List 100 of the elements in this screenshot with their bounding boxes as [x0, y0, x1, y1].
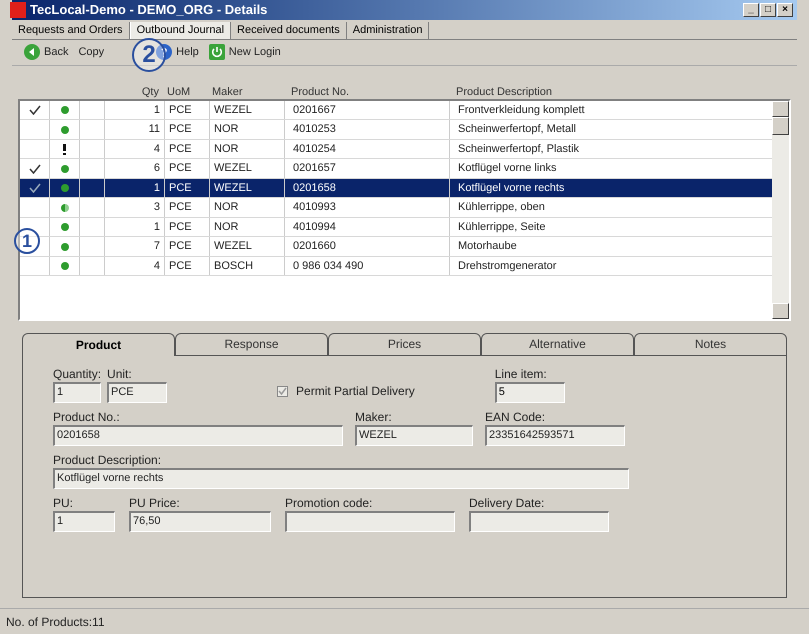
- checkbox[interactable]: [277, 386, 288, 397]
- table-row[interactable]: 4 PCE NOR 4010254 Scheinwerfertopf, Plastik: [20, 140, 772, 160]
- field-label: EAN Code:: [485, 409, 546, 426]
- window-control-button[interactable]: _: [743, 2, 759, 17]
- tab[interactable]: Prices: [328, 332, 481, 356]
- annotation-marker: 2: [132, 38, 166, 72]
- table-cell-text: Scheinwerfertopf, Metall: [457, 122, 577, 138]
- table-row[interactable]: 11 PCE NOR 4010253 Scheinwerfertopf, Metall: [20, 120, 772, 140]
- tab[interactable]: Notes: [634, 332, 787, 356]
- table-cell: 4: [105, 140, 165, 158]
- text-field[interactable]: Kotflügel vorne rechts: [53, 468, 629, 490]
- table-cell: PCE: [165, 198, 210, 217]
- help-icon: [156, 44, 172, 60]
- field-label: Line item:: [494, 366, 547, 382]
- table-cell-text: Kotflügel vorne rechts: [457, 180, 566, 196]
- checkbox-label: Permit Partial Delivery: [296, 383, 415, 400]
- field-label: Maker:: [355, 409, 393, 426]
- table-cell: 0 986 034 490: [285, 256, 450, 276]
- table-cell: NOR: [210, 140, 285, 158]
- table-cell: WEZEL: [210, 100, 285, 120]
- table-cell-text: Frontverkleidung komplett: [457, 102, 586, 118]
- table-cell-text: Kühlerrippe, Seite: [457, 220, 546, 235]
- table-cell: PCE: [165, 140, 210, 158]
- table-cell: NOR: [210, 218, 285, 236]
- table-row[interactable]: 3 PCE NOR 4010993 Kühlerrippe, oben: [20, 198, 772, 218]
- text-field[interactable]: [285, 511, 455, 532]
- field-label: PU Price:: [129, 495, 181, 512]
- column-header[interactable]: Product No.: [283, 84, 448, 99]
- table-cell: 1: [105, 218, 165, 236]
- table-cell: PCE: [165, 100, 210, 120]
- table-cell: 6: [105, 159, 165, 178]
- table-cell: WEZEL: [210, 159, 285, 178]
- text-field[interactable]: 1: [53, 382, 101, 404]
- table-cell: NOR: [210, 198, 285, 217]
- text-field[interactable]: PCE: [107, 382, 168, 404]
- table-cell-text: Scheinwerfertopf, Plastik: [457, 142, 580, 157]
- table-cell-text: Kotflügel vorne links: [457, 161, 558, 176]
- text-field[interactable]: WEZEL: [355, 425, 473, 446]
- field-label: Quantity:: [53, 366, 102, 382]
- table-cell: 7: [105, 237, 165, 256]
- column-header[interactable]: Qty: [103, 84, 163, 99]
- table-cell: PCE: [165, 218, 210, 236]
- field-label: PU:: [53, 495, 74, 512]
- table-cell: 0201657: [285, 159, 450, 178]
- field-label: Product Description:: [53, 452, 162, 468]
- window-control-button[interactable]: ×: [777, 2, 793, 17]
- window-control-button[interactable]: □: [760, 2, 776, 17]
- app-logo-icon: [10, 2, 26, 18]
- text-field[interactable]: 76,50: [129, 511, 271, 532]
- tab[interactable]: Product: [22, 332, 175, 356]
- table-cell: 4010253: [285, 120, 450, 139]
- toolbar-button[interactable]: Copy: [78, 44, 104, 61]
- power-icon: [208, 44, 225, 60]
- table-row[interactable]: 1 PCE WEZEL 0201658 Kotflügel vorne rechts: [20, 178, 772, 198]
- tab[interactable]: Alternative: [481, 332, 634, 356]
- table-cell: NOR: [210, 120, 285, 139]
- table-cell: PCE: [165, 178, 210, 198]
- table-cell: 4010993: [285, 198, 450, 217]
- table-cell: PCE: [165, 256, 210, 276]
- table-cell: 0201667: [285, 100, 450, 120]
- table-cell: BOSCH: [210, 256, 285, 276]
- annotation-marker: 1: [14, 228, 40, 254]
- table-cell: 11: [105, 120, 165, 139]
- table-cell: 1: [105, 178, 165, 198]
- text-field[interactable]: 0201658: [53, 425, 343, 446]
- text-field[interactable]: 1: [53, 511, 115, 532]
- table-cell: 3: [105, 198, 165, 217]
- column-header[interactable]: UoM: [163, 84, 208, 99]
- table-cell-text: Drehstromgenerator: [457, 258, 558, 274]
- tab[interactable]: Response: [175, 332, 328, 356]
- table-cell: WEZEL: [210, 237, 285, 256]
- table-cell: 4010254: [285, 140, 450, 158]
- column-header[interactable]: Product Description: [448, 84, 773, 99]
- toolbar-button[interactable]: Back: [24, 44, 68, 61]
- field-label: Product No.:: [53, 409, 121, 426]
- text-field[interactable]: 5: [494, 382, 565, 404]
- scrollbar[interactable]: [772, 100, 789, 318]
- table-cell: 0201660: [285, 237, 450, 256]
- text-field[interactable]: 23351642593571: [485, 425, 625, 446]
- table-cell-text: Kühlerrippe, oben: [457, 200, 546, 216]
- table-cell: 4010994: [285, 218, 450, 236]
- status-text: No. of Products:11: [6, 614, 104, 631]
- field-label: Delivery Date:: [469, 495, 546, 512]
- table-cell: 4: [105, 256, 165, 276]
- field-label: Unit:: [107, 366, 133, 382]
- text-field[interactable]: [469, 511, 609, 532]
- toolbar-button[interactable]: New Login: [208, 44, 281, 61]
- table-cell: PCE: [165, 159, 210, 178]
- window-title: TecLocal-Demo - DEMO_ORG - Details: [30, 1, 268, 20]
- table-cell: 0201658: [285, 178, 450, 198]
- table-row[interactable]: 4 PCE BOSCH 0 986 034 490 Drehstromgenerator: [20, 256, 772, 276]
- tab[interactable]: Outbound Journal: [130, 22, 232, 39]
- column-header[interactable]: Maker: [208, 84, 283, 99]
- table-cell: PCE: [165, 120, 210, 139]
- table-cell: WEZEL: [210, 178, 285, 198]
- table-cell: PCE: [165, 237, 210, 256]
- table-cell: 1: [105, 100, 165, 120]
- table-cell-text: Motorhaube: [457, 239, 518, 254]
- field-label: Promotion code:: [285, 495, 374, 512]
- table-row[interactable]: 1 PCE WEZEL 0201667 Frontverkleidung komplett: [20, 100, 772, 120]
